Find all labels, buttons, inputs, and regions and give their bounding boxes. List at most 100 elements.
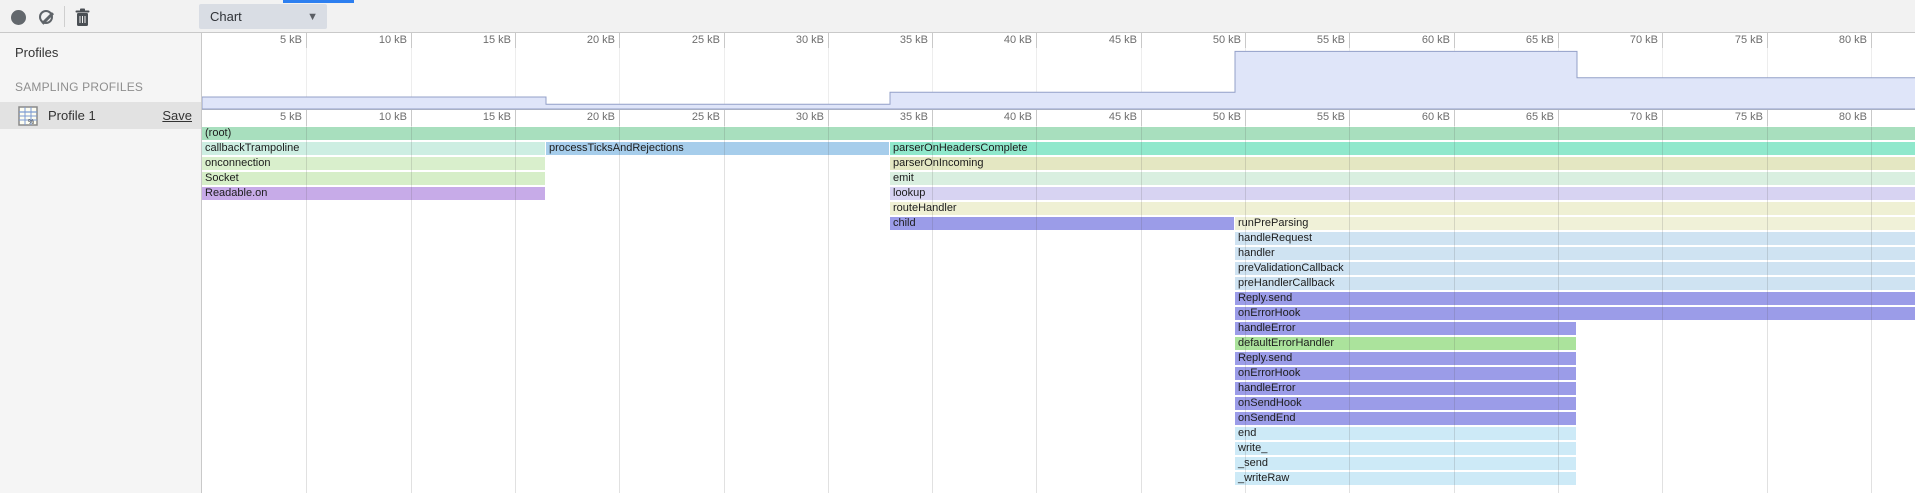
ruler-tick-label: 60 kB [1380,34,1450,46]
ruler-tick-label: 75 kB [1693,111,1763,123]
flame-gridline [1349,126,1350,493]
ruler-tick-label: 65 kB [1484,34,1554,46]
flame-frame[interactable]: _send [1235,457,1576,470]
flame-frame[interactable]: onconnection [202,157,545,170]
ruler-tick-label: 40 kB [962,111,1032,123]
ruler-tick-label: 35 kB [858,111,928,123]
ruler-tick-label: 15 kB [441,111,511,123]
flame-frame[interactable]: runPreParsing [1235,217,1915,230]
ruler-tick-line [306,33,307,48]
flame-frame[interactable]: write_ [1235,442,1576,455]
ruler-tick-line [1558,33,1559,48]
svg-text:%: % [28,119,34,126]
view-mode-select[interactable]: Chart ▼ [199,4,327,29]
flame-gridline [1558,126,1559,493]
ruler-tick-line [1871,110,1872,126]
ruler-tick-line [515,33,516,48]
flame-frame[interactable]: end [1235,427,1576,440]
dropdown-arrow-icon: ▼ [307,11,327,23]
flame-gridline [1767,126,1768,493]
flame-frame[interactable]: onErrorHook [1235,367,1576,380]
chart-area: 5 kB 10 kB 15 kB 20 kB 25 kB 30 kB 35 kB 40 kB 4… [202,33,1915,493]
ruler-tick-label: 75 kB [1693,34,1763,46]
flame-gridline [828,126,829,493]
ruler-tick-line [411,33,412,48]
ruler-tick-label: 80 kB [1797,111,1867,123]
ruler-tick-line [1767,33,1768,48]
ruler-tick-line [932,33,933,48]
flame-chart-ruler: 5 kB10 kB15 kB20 kB25 kB30 kB35 kB40 kB4… [202,110,1915,126]
flame-frame[interactable]: preValidationCallback [1235,262,1915,275]
trash-icon [74,8,91,27]
ruler-tick-line [1767,110,1768,126]
flame-frame[interactable]: preHandlerCallback [1235,277,1915,290]
ruler-tick-label: 60 kB [1380,111,1450,123]
flame-frame[interactable]: Reply.send [1235,352,1576,365]
ruler-tick-label: 30 kB [754,34,824,46]
flame-frame[interactable]: _writeRaw [1235,472,1576,485]
ruler-tick-line [1558,110,1559,126]
flame-frame[interactable]: callbackTrampoline [202,142,545,155]
flame-frame[interactable]: Reply.send [1235,292,1915,305]
flame-frame[interactable]: processTicksAndRejections [546,142,889,155]
ruler-tick-label: 45 kB [1067,34,1137,46]
record-icon [11,10,26,25]
overview-ruler: 5 kB10 kB15 kB20 kB25 kB30 kB35 kB40 kB4… [202,33,1915,48]
ruler-tick-line [1141,33,1142,48]
ruler-tick-line [515,110,516,126]
flame-gridline [724,126,725,493]
block-icon [39,10,53,24]
flame-frame[interactable]: handleError [1235,322,1576,335]
clear-button[interactable] [34,5,58,29]
allocation-silhouette [202,48,1915,110]
sidebar-item-profile-1[interactable]: % Profile 1 Save [0,102,201,129]
ruler-tick-label: 65 kB [1484,111,1554,123]
record-button[interactable] [6,5,30,29]
ruler-tick-line [1036,110,1037,126]
flame-gridline [1454,126,1455,493]
flame-frame[interactable]: onSendEnd [1235,412,1576,425]
ruler-tick-line [1141,110,1142,126]
ruler-tick-label: 55 kB [1275,34,1345,46]
ruler-tick-label: 10 kB [337,111,407,123]
delete-profile-button[interactable] [70,5,94,29]
flame-frame[interactable]: defaultErrorHandler [1235,337,1576,350]
flame-frame[interactable]: lookup [890,187,1915,200]
allocation-overview[interactable] [202,48,1915,110]
flame-frame[interactable]: handleRequest [1235,232,1915,245]
profiler-panel: Chart ▼ Profiles SAMPLING PROFILES % Pro… [0,0,1915,493]
ruler-tick-line [828,110,829,126]
ruler-tick-label: 25 kB [650,111,720,123]
ruler-tick-line [1871,33,1872,48]
ruler-tick-label: 20 kB [545,111,615,123]
ruler-tick-line [1349,33,1350,48]
ruler-tick-label: 50 kB [1171,111,1241,123]
flame-frame[interactable]: emit [890,172,1915,185]
flame-frame[interactable]: parserOnHeadersComplete [890,142,1915,155]
flame-frame[interactable]: Socket [202,172,545,185]
flame-gridline [619,126,620,493]
ruler-tick-label: 70 kB [1588,111,1658,123]
sampling-profiles-section-label: SAMPLING PROFILES [0,60,201,102]
flame-gridline [306,126,307,493]
flame-frame[interactable]: onSendHook [1235,397,1576,410]
flame-frame[interactable]: Readable.on [202,187,545,200]
flame-frame[interactable]: onErrorHook [1235,307,1915,320]
flame-frame[interactable]: routeHandler [890,202,1915,215]
ruler-tick-line [411,110,412,126]
sidebar-title: Profiles [0,33,201,60]
flame-frame[interactable]: handleError [1235,382,1576,395]
flame-frame[interactable]: handler [1235,247,1915,260]
ruler-tick-label: 20 kB [545,34,615,46]
flame-frame[interactable]: (root) [202,127,1915,140]
ruler-tick-label: 5 kB [232,34,302,46]
save-profile-link[interactable]: Save [162,108,192,123]
sidebar: Profiles SAMPLING PROFILES % Profile 1 S… [0,33,202,493]
ruler-tick-line [1245,110,1246,126]
ruler-tick-line [1245,33,1246,48]
ruler-tick-line [724,33,725,48]
flame-chart: (root) callbackTrampolineprocessTicksAndR… [202,126,1915,493]
flame-frame[interactable]: parserOnIncoming [890,157,1915,170]
profile-table-icon: % [18,106,38,126]
flame-frame[interactable]: child [890,217,1234,230]
